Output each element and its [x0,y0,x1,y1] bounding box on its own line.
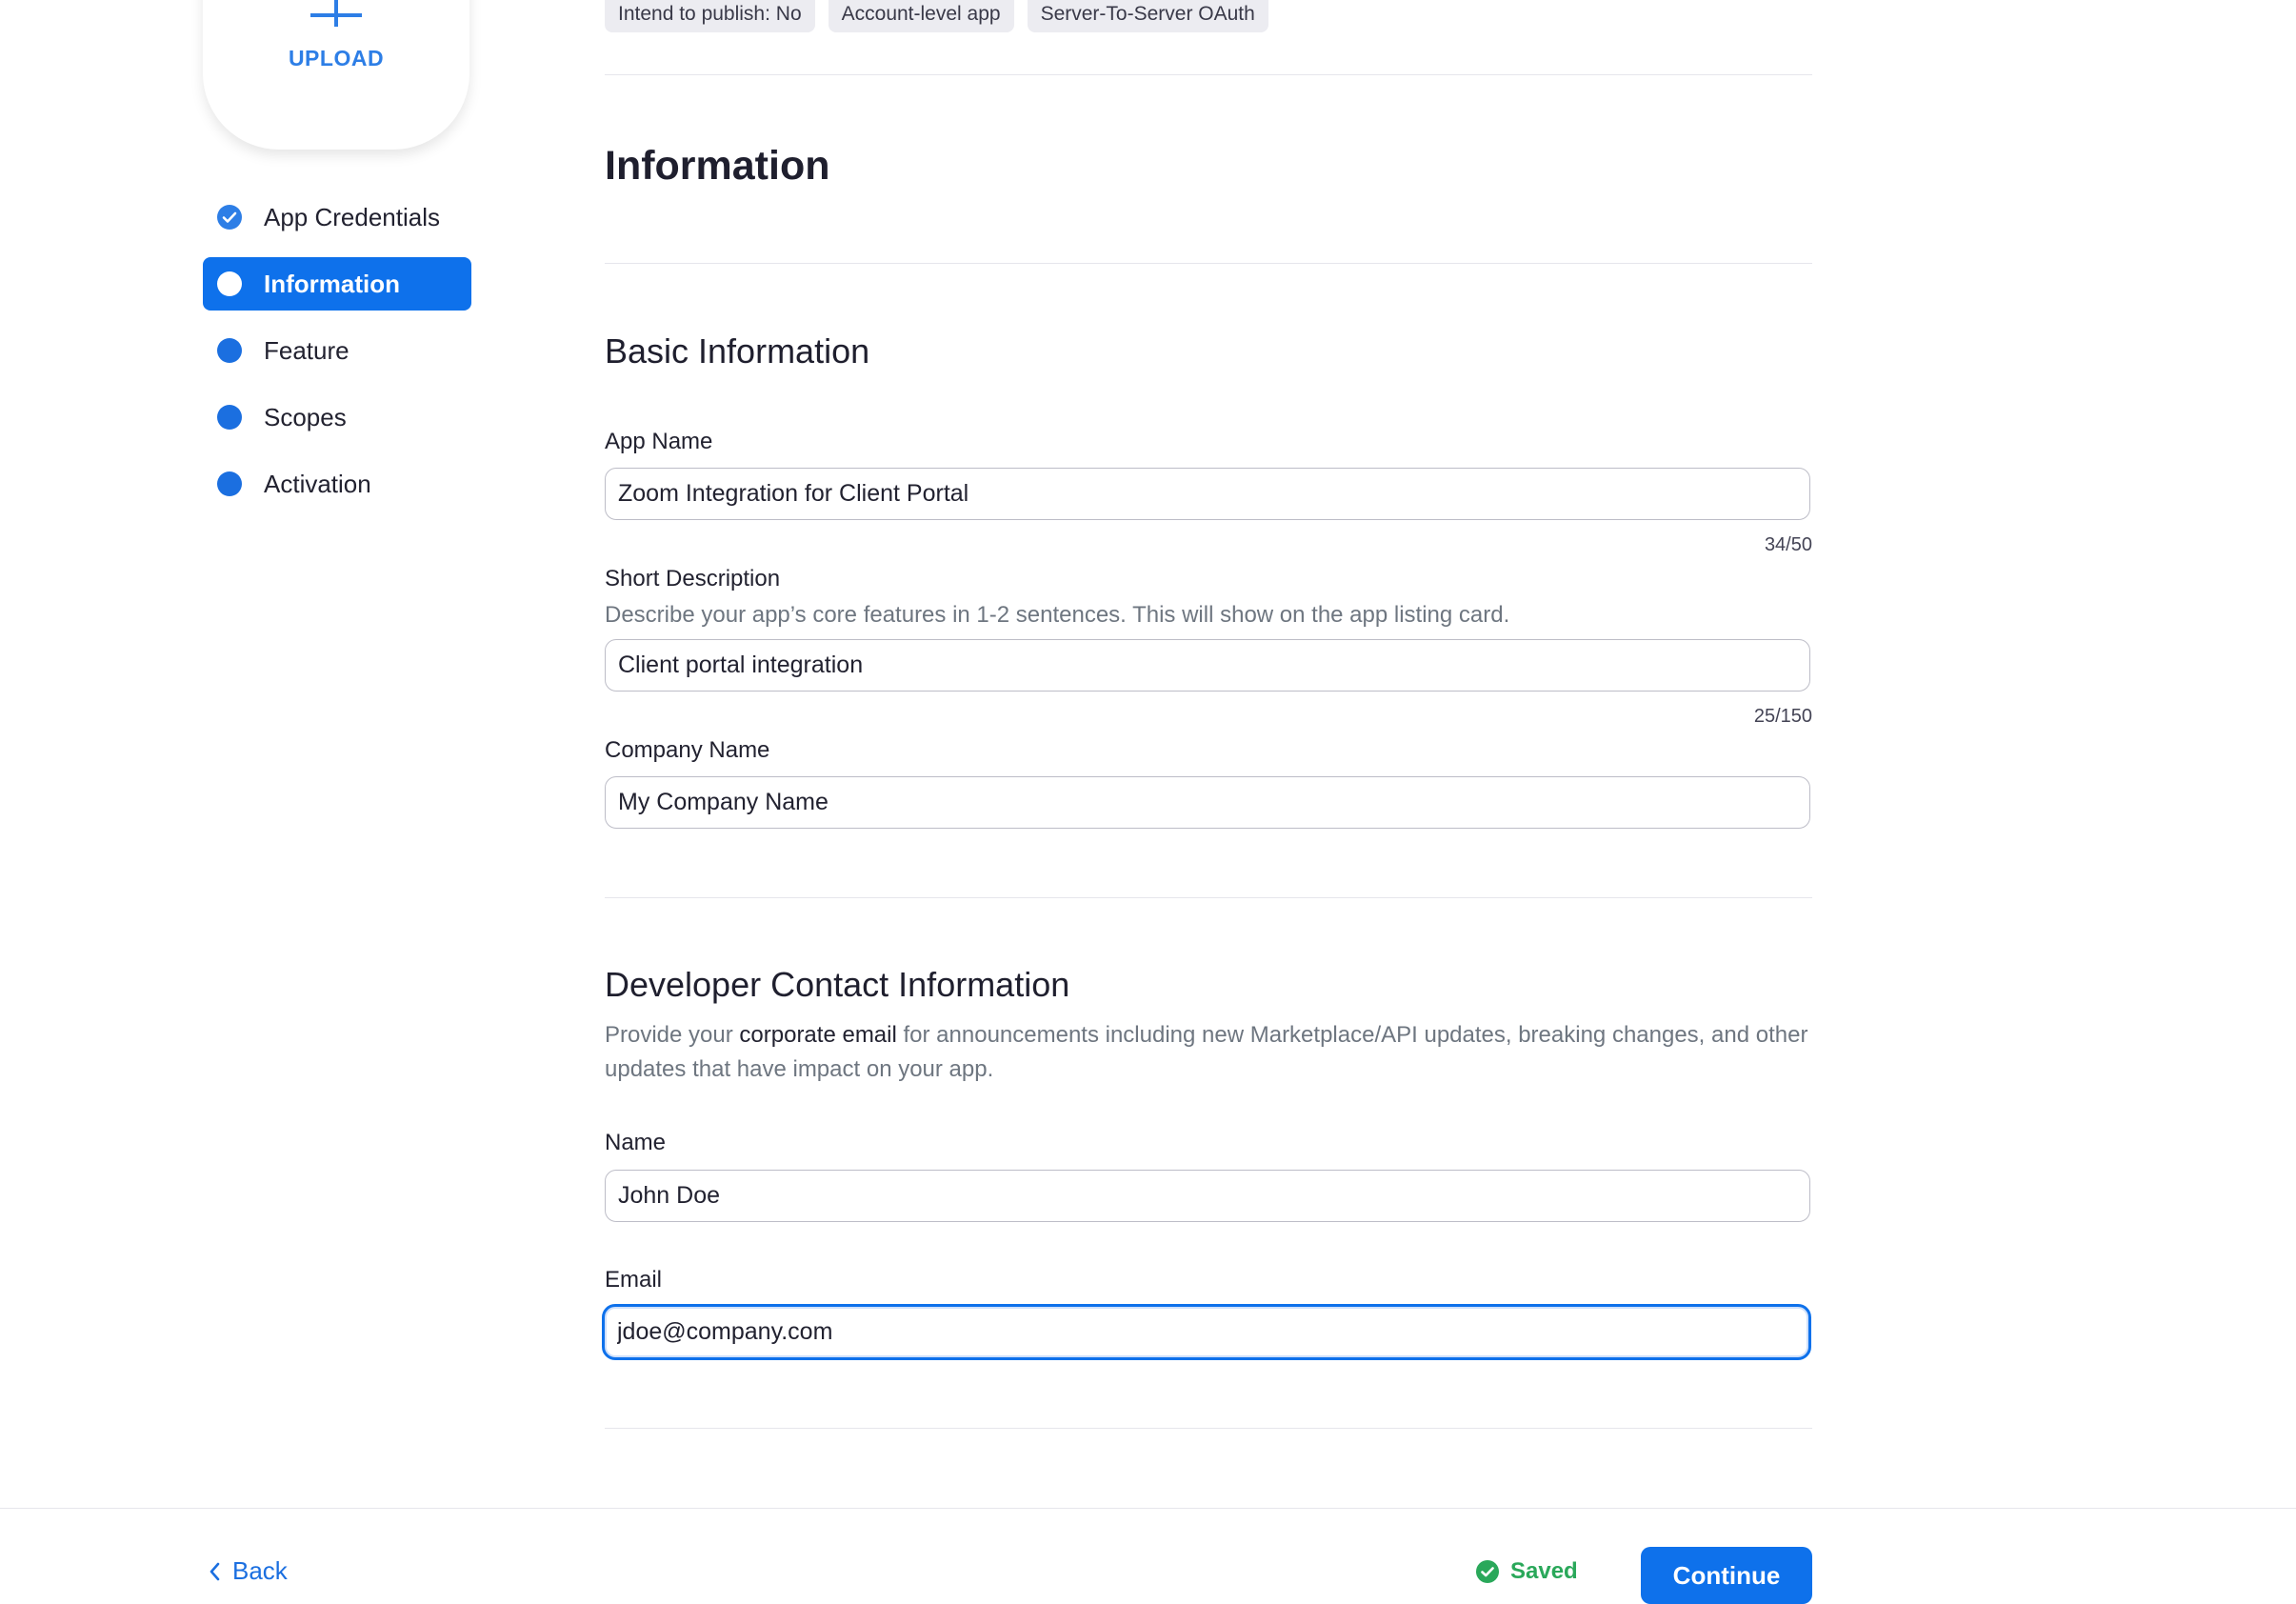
short-description-help: Describe your app’s core features in 1-2… [605,602,1510,628]
tag-account-level: Account-level app [828,0,1014,32]
app-tags: Intend to publish: No Account-level app … [605,0,1268,32]
basic-info-heading: Basic Information [605,331,870,371]
short-description-input[interactable] [606,640,1809,691]
check-circle-icon [217,205,242,230]
company-name-input[interactable] [606,777,1809,828]
divider [605,897,1812,898]
footer-bar: Back Saved Continue [0,1508,2296,1604]
divider [605,1428,1812,1429]
sidebar-item-feature[interactable]: Feature [203,324,471,377]
saved-status: Saved [1476,1558,1578,1585]
page-title: Information [605,143,830,189]
continue-button[interactable]: Continue [1641,1547,1812,1604]
back-button[interactable]: Back [208,1556,288,1586]
email-label: Email [605,1267,663,1293]
sidebar-item-label: Feature [264,335,349,365]
short-description-field[interactable] [605,639,1810,692]
back-label: Back [232,1556,288,1585]
sidebar-item-activation[interactable]: Activation [203,457,471,511]
app-name-counter: 34/50 [1764,534,1812,555]
email-input[interactable] [605,1307,1808,1357]
step-dot-icon [217,405,242,430]
company-name-label: Company Name [605,737,770,763]
upload-label: UPLOAD [288,46,385,70]
sidebar-nav: App Credentials Information Feature Scop… [203,190,471,524]
step-dot-icon [217,471,242,496]
help-text-strong: corporate email [739,1022,897,1048]
help-text: Provide your [605,1022,740,1048]
step-dot-icon [217,338,242,363]
tag-publish: Intend to publish: No [605,0,815,32]
tag-auth-type: Server-To-Server OAuth [1027,0,1268,32]
short-description-counter: 25/150 [1753,706,1812,727]
divider [605,263,1812,264]
app-name-label: App Name [605,429,713,454]
sidebar-item-scopes[interactable]: Scopes [203,391,471,444]
app-name-input[interactable] [606,469,1809,519]
short-description-label: Short Description [605,566,781,591]
developer-contact-heading: Developer Contact Information [605,965,1070,1004]
check-circle-icon [1476,1560,1499,1583]
name-input[interactable] [606,1171,1809,1221]
sidebar-item-label: App Credentials [264,202,440,231]
sidebar-item-app-credentials[interactable]: App Credentials [203,190,471,244]
sidebar-item-label: Information [264,269,400,298]
upload-card[interactable]: UPLOAD [203,0,469,150]
email-field[interactable] [602,1304,1811,1360]
sidebar-item-information[interactable]: Information [203,257,471,311]
divider [605,74,1812,75]
company-name-field[interactable] [605,776,1810,829]
name-label: Name [605,1130,667,1155]
sidebar-item-label: Activation [264,469,371,498]
plus-icon [310,0,362,27]
chevron-left-icon [210,1562,220,1580]
name-field[interactable] [605,1170,1810,1222]
app-name-field[interactable] [605,468,1810,520]
saved-label: Saved [1510,1558,1578,1584]
sidebar-item-label: Scopes [264,402,347,431]
step-dot-icon [217,271,242,296]
developer-contact-help: Provide your corporate email for announc… [605,1018,1812,1087]
